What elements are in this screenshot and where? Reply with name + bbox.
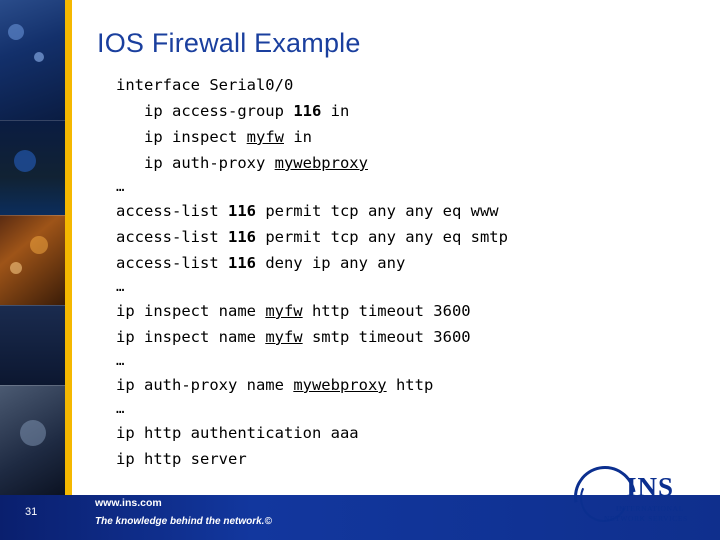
- code-segment: myfw: [265, 302, 303, 320]
- code-line: …: [116, 350, 616, 372]
- code-line: ip inspect name myfw smtp timeout 3600: [116, 324, 616, 350]
- slide: IOS Firewall Example interface Serial0/0…: [0, 0, 720, 540]
- code-segment: ip inspect name: [116, 302, 266, 320]
- code-segment: 116: [227, 202, 256, 220]
- code-segment: 116: [227, 254, 256, 272]
- code-segment: mywebproxy: [274, 154, 368, 172]
- white-accent-bar: [72, 0, 86, 495]
- code-segment: 116: [293, 102, 322, 120]
- code-segment: access-list: [116, 202, 228, 220]
- code-segment: mywebproxy: [293, 376, 387, 394]
- code-segment: ip inspect: [116, 128, 247, 146]
- code-segment: ip auth-proxy: [116, 154, 275, 172]
- strip-divider: [0, 215, 65, 216]
- code-line: ip auth-proxy name mywebproxy http: [116, 372, 616, 398]
- code-block: interface Serial0/0 ip access-group 116 …: [116, 72, 616, 472]
- code-segment: myfw: [265, 328, 303, 346]
- code-line: access-list 116 deny ip any any: [116, 250, 616, 276]
- code-segment: interface Serial0/0: [116, 76, 294, 94]
- code-segment: in: [321, 102, 350, 120]
- code-segment: …: [116, 179, 125, 195]
- strip-divider: [0, 305, 65, 306]
- code-segment: smtp timeout 3600: [302, 328, 471, 346]
- code-segment: ip inspect name: [116, 328, 266, 346]
- footer-tagline: The knowledge behind the network.©: [95, 516, 272, 527]
- logo-wordmark: INS: [626, 472, 675, 502]
- code-segment: access-list: [116, 254, 228, 272]
- code-segment: permit tcp any any eq www: [255, 202, 499, 220]
- slide-number: 31: [25, 506, 38, 518]
- gold-accent-bar: [65, 0, 72, 495]
- code-line: ip auth-proxy mywebproxy: [116, 150, 616, 176]
- code-line: access-list 116 permit tcp any any eq ww…: [116, 198, 616, 224]
- code-line: ip inspect myfw in: [116, 124, 616, 150]
- code-segment: ip auth-proxy name: [116, 376, 294, 394]
- code-segment: …: [116, 401, 125, 417]
- strip-accent-dot: [34, 52, 44, 62]
- strip-accent-dot: [10, 262, 22, 274]
- code-segment: ip access-group: [116, 102, 294, 120]
- code-line: ip access-group 116 in: [116, 98, 616, 124]
- code-line: ip inspect name myfw http timeout 3600: [116, 298, 616, 324]
- code-segment: permit tcp any any eq smtp: [255, 228, 508, 246]
- strip-band-1: [0, 0, 65, 120]
- code-segment: access-list: [116, 228, 228, 246]
- decorative-photo-strip: [0, 0, 65, 495]
- code-segment: in: [283, 128, 312, 146]
- code-segment: http timeout 3600: [302, 302, 471, 320]
- code-line: …: [116, 398, 616, 420]
- strip-accent-dot: [20, 420, 46, 446]
- code-line: ip http server: [116, 446, 616, 472]
- code-line: …: [116, 176, 616, 198]
- code-line: interface Serial0/0: [116, 72, 616, 98]
- code-segment: deny ip any any: [255, 254, 406, 272]
- page-title: IOS Firewall Example: [97, 28, 361, 58]
- code-segment: http: [386, 376, 434, 394]
- strip-divider: [0, 120, 65, 121]
- code-segment: ip http server: [116, 450, 247, 468]
- code-segment: ip http authentication aaa: [116, 424, 359, 442]
- strip-accent-dot: [8, 24, 24, 40]
- code-line: access-list 116 permit tcp any any eq sm…: [116, 224, 616, 250]
- code-line: ip http authentication aaa: [116, 420, 616, 446]
- strip-band-3: [0, 215, 65, 305]
- footer-url[interactable]: www.ins.com: [95, 497, 162, 509]
- strip-accent-dot: [30, 236, 48, 254]
- code-segment: …: [116, 353, 125, 369]
- code-segment: myfw: [246, 128, 284, 146]
- strip-band-4: [0, 305, 65, 385]
- strip-divider: [0, 385, 65, 386]
- code-segment: 116: [227, 228, 256, 246]
- code-line: …: [116, 276, 616, 298]
- code-segment: …: [116, 279, 125, 295]
- ins-logo: INS INTERNATIONAL NETWORK SERVICES: [561, 453, 702, 540]
- strip-accent-dot: [14, 150, 36, 172]
- logo-subtitle-line1: INTERNATIONAL: [616, 504, 684, 513]
- logo-subtitle-line2: NETWORK SERVICES: [604, 514, 688, 523]
